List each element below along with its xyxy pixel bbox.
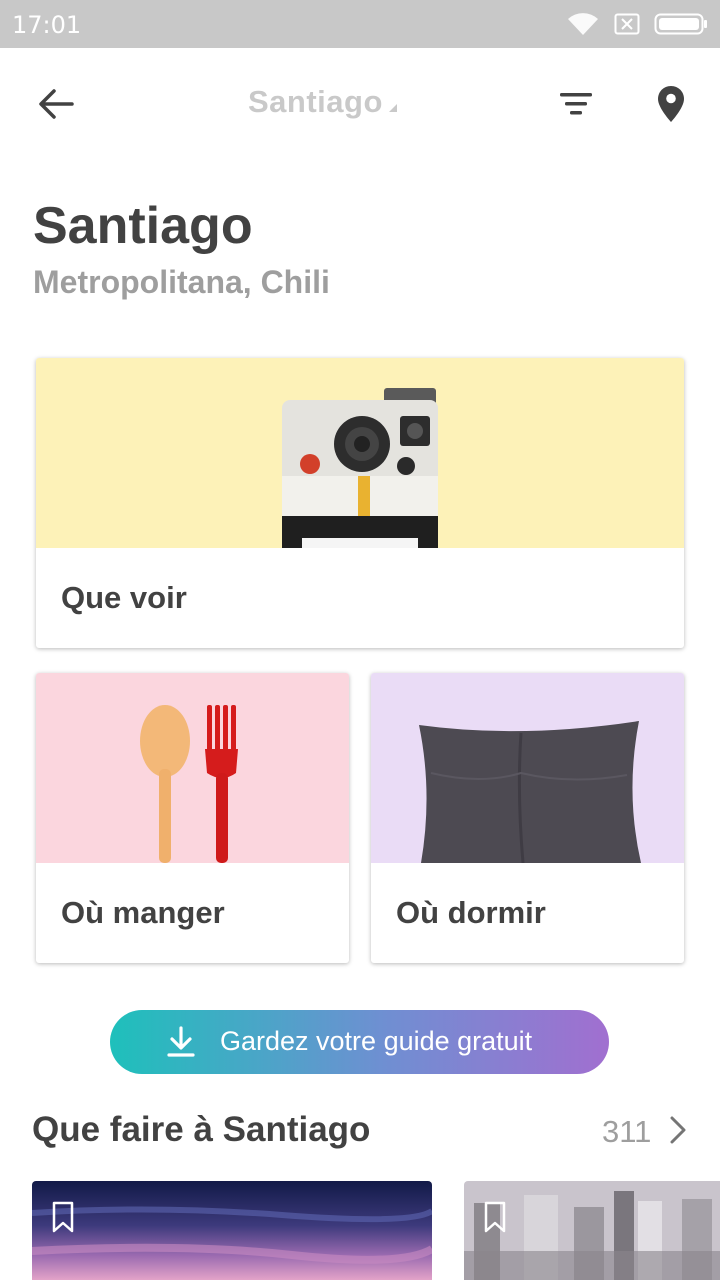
card-label-que-voir: Que voir (61, 580, 187, 615)
card-ou-dormir[interactable]: Où dormir (371, 673, 684, 963)
status-icons (566, 10, 708, 38)
app-bar-title-text: Santiago (248, 84, 383, 119)
card-label-ou-manger: Où manger (61, 895, 225, 930)
download-guide-label: Gardez votre guide gratuit (220, 1026, 533, 1056)
section-count[interactable]: 311 (602, 1114, 651, 1150)
card-label-ou-dormir: Où dormir (396, 895, 546, 930)
battery-icon (654, 13, 707, 35)
page-title: Santiago (33, 197, 253, 255)
download-icon (167, 1026, 195, 1057)
map-button[interactable] (643, 76, 699, 132)
download-guide-button[interactable]: Gardez votre guide gratuit (110, 1010, 609, 1074)
app-bar-title[interactable]: Santiago (248, 84, 397, 120)
thumbnail-card[interactable] (32, 1181, 432, 1280)
title-caret-icon (388, 104, 397, 112)
app-bar: Santiago (0, 48, 720, 160)
back-arrow-icon (39, 89, 74, 119)
chevron-right-icon[interactable] (668, 1114, 688, 1146)
section-title: Que faire à Santiago (32, 1110, 371, 1149)
polaroid-camera-image (36, 358, 684, 548)
pillow-image (371, 673, 684, 864)
back-button[interactable] (28, 76, 84, 132)
filter-button[interactable] (548, 76, 604, 132)
card-que-voir[interactable]: Que voir (36, 358, 684, 648)
wifi-icon (568, 13, 598, 35)
status-bar: 17:01 (0, 0, 720, 48)
bookmark-icon[interactable] (484, 1201, 506, 1233)
filter-icon (560, 93, 592, 115)
sunset-sky-image (32, 1181, 432, 1280)
bookmark-icon[interactable] (52, 1201, 74, 1233)
sim-icon (614, 13, 640, 35)
spoon-and-fork-image (36, 673, 349, 863)
thumbnail-card[interactable] (464, 1181, 720, 1280)
map-pin-icon (658, 86, 684, 122)
card-ou-manger[interactable]: Où manger (36, 673, 349, 963)
page-subtitle: Metropolitana, Chili (33, 264, 330, 300)
status-time: 17:01 (12, 11, 82, 39)
